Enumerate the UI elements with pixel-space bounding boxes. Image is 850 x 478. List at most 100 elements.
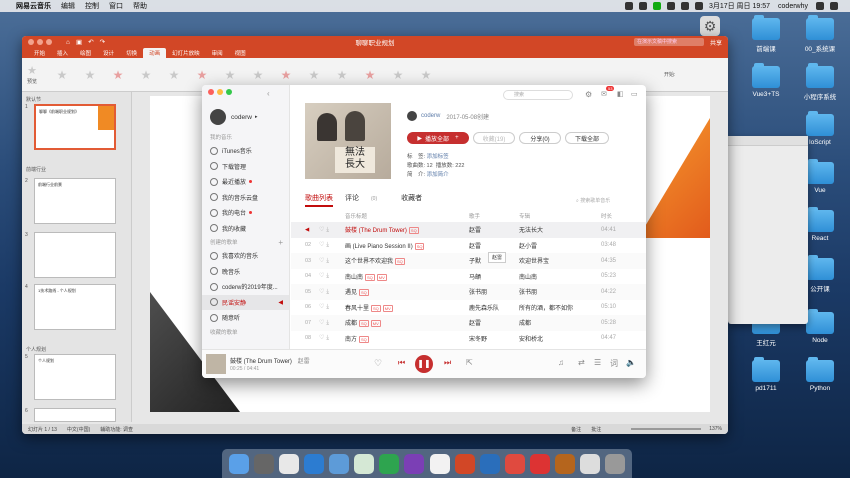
animation-star-icon[interactable]: ★ [139,68,153,82]
ppt-tab[interactable]: 幻灯片放映 [166,48,206,58]
share-icon[interactable]: ⇱ [466,358,473,367]
song-row[interactable]: 02 ♡⤓ 画 (Live Piano Session II) SQ 赵雷 赵小雷 03:4… [291,238,646,254]
notes-button[interactable]: 备注 [571,426,581,433]
dock-app-icon[interactable] [530,453,551,474]
song-row[interactable]: 05 ♡⤓ 遇见 SQ 张书朋 张书朋 04:22 [291,284,646,300]
minimize-dot[interactable] [217,89,223,95]
animation-star-icon[interactable]: ★ [335,68,349,82]
song-row[interactable]: 06 ♡⤓ 春风十里 SQ MV 鹿先森乐队 所有的酒，都不如你 05:10 [291,300,646,316]
zoom-dot[interactable] [226,89,232,95]
play-all-button[interactable]: ▶ 播放全部 + [407,132,469,144]
add-icon[interactable]: + [278,238,283,247]
zoom-level[interactable]: 137% [709,426,722,432]
now-playing-cover[interactable] [206,354,226,374]
song-artist[interactable]: 鹿先森乐队 [469,303,519,312]
window-titlebar[interactable] [728,136,808,146]
preview-button[interactable]: ★ 预览 [26,64,38,85]
song-title[interactable]: 南方 [345,337,357,343]
desktop-icon[interactable]: Vue3+TS [738,63,794,98]
song-actions[interactable]: ♡⤓ [319,334,345,342]
song-actions[interactable]: ♡⤓ [319,288,345,296]
dock-app-icon[interactable] [329,453,350,474]
song-tag[interactable]: MV [382,304,393,312]
sidebar-item[interactable]: 最近播放 [202,174,289,190]
wifi-icon[interactable] [680,2,689,10]
list-search-input[interactable]: ⌕ 搜索歌单音乐 [576,197,610,204]
prev-icon[interactable]: ⏮ [398,358,405,368]
download-icon[interactable]: ⤓ [326,227,331,233]
status-icon[interactable] [666,2,675,10]
song-row[interactable]: 03 ♡⤓ 这个世界不欢迎我 SQ 子默 欢迎世界宝 04:35 [291,253,646,269]
song-album[interactable]: 无法长大 [519,225,601,234]
header-title[interactable]: 音乐标题 [345,212,469,220]
desktop-icon[interactable]: pd1711 [738,357,794,392]
gear-icon[interactable]: ⚙ [700,16,720,36]
creator-name[interactable]: coderw [421,113,440,119]
song-album[interactable]: 成都 [519,318,601,327]
dock-app-icon[interactable] [504,453,525,474]
animation-star-icon[interactable]: ★ [167,68,181,82]
song-album[interactable]: 欢迎世界宝 [519,256,601,265]
status-icon[interactable] [638,2,647,10]
song-title[interactable]: 遇见 [345,290,357,296]
share-button[interactable]: 分享(0) [519,132,561,144]
status-accessibility[interactable]: 辅助功能: 调查 [100,426,133,433]
header-album[interactable]: 专辑 [519,212,601,220]
download-icon[interactable]: ⤓ [326,335,331,341]
animation-star-icon[interactable]: ★ [195,68,209,82]
song-actions[interactable]: ♡⤓ [319,303,345,311]
song-album[interactable]: 安和桥北 [519,334,601,343]
dock-app-icon[interactable] [354,453,375,474]
animation-star-icon[interactable]: ★ [55,68,69,82]
song-artist[interactable]: 赵雷 [469,241,519,250]
song-title[interactable]: 鼓楼 (The Drum Tower) [345,228,407,234]
menu-control[interactable]: 控制 [85,1,99,11]
sidebar-item[interactable]: 我的收藏 [202,221,289,237]
download-icon[interactable]: ⤓ [326,304,331,310]
tab-collectors[interactable]: 收藏者 [401,193,422,207]
slide-thumbnail[interactable] [34,232,116,278]
like-icon[interactable]: ♡ [374,358,382,369]
add-icon[interactable]: + [455,135,459,141]
search-icon[interactable] [816,2,824,10]
animation-star-icon[interactable]: ★ [251,68,265,82]
menu-window[interactable]: 窗口 [109,1,123,11]
comments-button[interactable]: 批注 [591,426,601,433]
song-album[interactable]: 张书朋 [519,287,601,296]
slide-thumbnails[interactable]: 默认节 前端行业 个人规划 1 聊聊《前端职业规划》 2 前端行业前景 3 4 1技术路线 - 个… [22,92,132,422]
song-artist[interactable]: 赵雷 [469,225,519,234]
menu-help[interactable]: 帮助 [133,1,147,11]
song-row[interactable]: 04 ♡⤓ 南山南 SQ MV 马頔 南山南 05:23 [291,269,646,285]
sidebar-item[interactable]: 下载管理 [202,159,289,175]
status-icon[interactable] [624,2,633,10]
slide-thumbnail[interactable]: 前端行业前景 [34,178,116,224]
ppt-tab[interactable]: 设计 [97,48,120,58]
ribbon-start-option[interactable]: 开始: [664,71,724,78]
download-all-button[interactable]: 下载全部 [565,132,609,144]
desktop-icon[interactable]: 00_系统课 [792,15,848,53]
ppt-section[interactable]: 前端行业 [22,164,50,175]
dock-app-icon[interactable] [555,453,576,474]
tab-songs[interactable]: 歌曲列表 [305,193,333,207]
song-actions[interactable]: ♡⤓ [319,257,345,265]
song-tag[interactable]: MV [370,320,381,328]
download-icon[interactable]: ⤓ [326,242,331,248]
zoom-slider[interactable] [631,428,702,430]
slide-thumbnail[interactable]: 1技术路线 - 个人规划 [34,284,116,330]
sidebar-playlist[interactable]: 民谣安静 ◀ [202,294,289,310]
song-artist[interactable]: 马頔 [469,272,519,281]
sidebar-playlist[interactable]: 晚音乐 [202,264,289,280]
song-album[interactable]: 所有的酒，都不如你 [519,303,601,312]
song-title[interactable]: 南山南 [345,275,363,281]
desktop-icon[interactable]: 前端课 [738,15,794,53]
animation-star-icon[interactable]: ★ [223,68,237,82]
menu-clock[interactable]: 3月17日 周日 19:57 [709,1,770,11]
sidebar-item[interactable]: 我的音乐云盘 [202,190,289,206]
dock-app-icon[interactable] [303,453,324,474]
user-name[interactable]: coderw [231,114,252,121]
download-icon[interactable]: ⤓ [326,289,331,295]
song-artist[interactable]: 宋冬野 [469,334,519,343]
back-arrow-icon[interactable]: ‹ [267,89,270,98]
dock-app-icon[interactable] [605,453,626,474]
playlist-icon[interactable]: ☰ [594,358,601,367]
